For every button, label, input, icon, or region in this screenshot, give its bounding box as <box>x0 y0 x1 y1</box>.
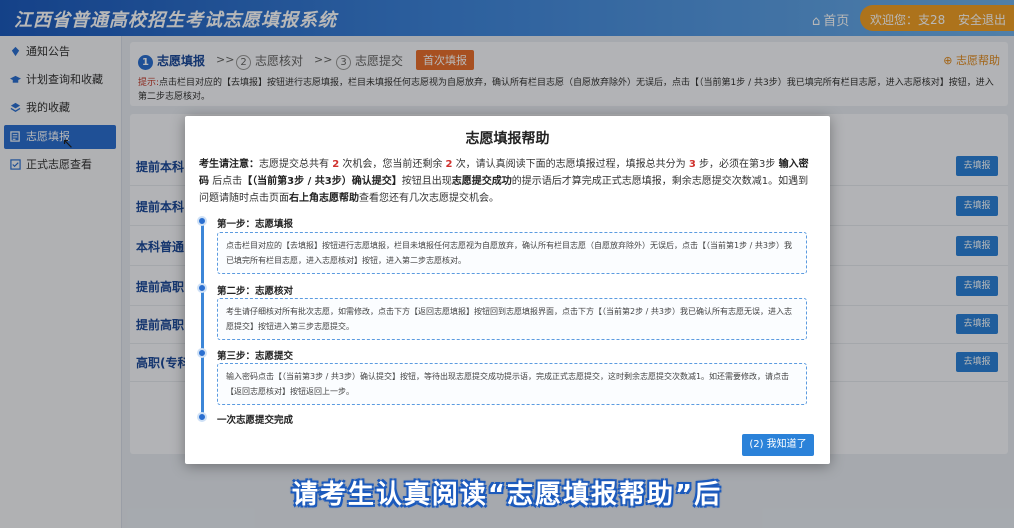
modal-title: 志愿填报帮助 <box>465 131 550 147</box>
timeline-dot <box>197 412 207 422</box>
notice-success: 志愿提交成功 <box>451 176 512 187</box>
notice-part: 按钮且出现 <box>401 176 452 187</box>
notice-part: 查看您还有几次志愿提交机会。 <box>359 193 499 204</box>
notice-part: 后点击 <box>212 176 243 187</box>
help-final-step: 一次志愿提交完成 <box>217 415 294 426</box>
timeline-dot <box>197 348 207 358</box>
video-caption: 请考生认真阅读“志愿填报帮助”后 <box>291 480 723 510</box>
timeline-line <box>201 220 204 416</box>
notice-part: 志愿提交总共有 <box>259 159 329 170</box>
help-step-box: 点击栏目对应的【去填报】按钮进行志愿填报，栏目未填报任何志愿视为自愿放弃，确认所… <box>217 232 807 274</box>
notice-lead: 考生请注意： <box>199 159 259 170</box>
help-step-box: 输入密码点击【（当前第3步 / 共3步）确认提交】按钮，等待出现志愿提交成功提示… <box>217 363 807 405</box>
help-modal: 志愿填报帮助 考生请注意：志愿提交总共有 2 次机会，您当前还剩余 2 次，请认… <box>185 116 830 464</box>
notice-confirm-button: 【（当前第3步 / 共3步）确认提交】 <box>242 176 402 187</box>
help-step-box: 考生请仔细核对所有批次志愿，如需修改，点击下方【返回志愿填报】按钮回到志愿填报界… <box>217 298 807 340</box>
notice-part: 步，必须在第3步 <box>699 159 776 170</box>
remaining-chances: 2 <box>445 159 453 170</box>
timeline-dot <box>197 283 207 293</box>
notice-help-position: 右上角志愿帮助 <box>289 193 359 204</box>
notice-text: 考生请注意：志愿提交总共有 2 次机会，您当前还剩余 2 次，请认真阅读下面的志… <box>199 156 817 207</box>
step-count: 3 <box>688 159 696 170</box>
timeline-dot <box>197 216 207 226</box>
help-step-title: 第二步：志愿核对 <box>217 286 294 297</box>
acknowledge-button[interactable]: (2) 我知道了 <box>742 434 814 456</box>
help-step-title: 第一步：志愿填报 <box>217 219 294 230</box>
notice-part: 次机会，您当前还剩余 <box>342 159 443 170</box>
notice-part: 次，请认真阅读下面的志愿填报过程，填报总共分为 <box>455 159 686 170</box>
help-step-title: 第三步：志愿提交 <box>217 351 294 362</box>
total-chances: 2 <box>332 159 340 170</box>
